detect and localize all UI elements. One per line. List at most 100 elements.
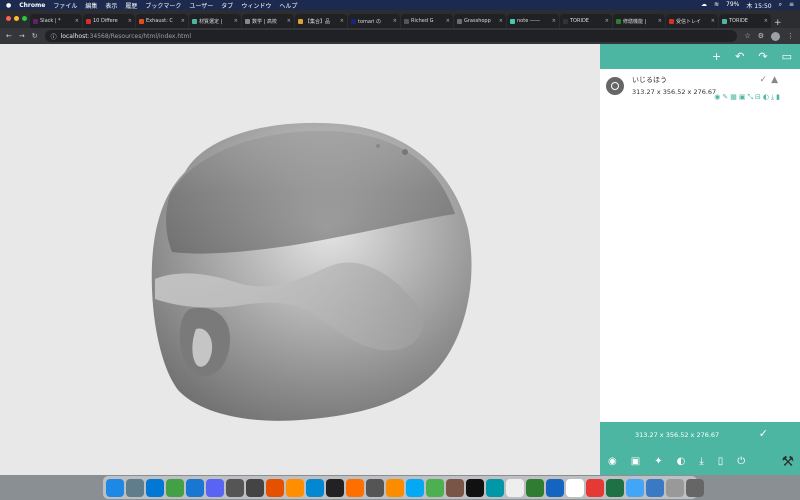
dock-app-icon[interactable] bbox=[346, 478, 364, 497]
forward-icon[interactable]: → bbox=[19, 32, 25, 40]
dock-app-icon[interactable] bbox=[206, 478, 224, 497]
close-tab-icon[interactable]: × bbox=[75, 18, 79, 24]
delete-icon[interactable]: ▮ bbox=[776, 93, 780, 102]
control-center-icon[interactable]: ≡ bbox=[789, 1, 794, 10]
scale-icon[interactable]: ⤡ bbox=[747, 93, 753, 102]
new-tab-button[interactable]: + bbox=[774, 18, 782, 28]
browser-tab[interactable]: 10 Differe × bbox=[83, 14, 135, 28]
dock-app-icon[interactable] bbox=[366, 478, 384, 497]
object-name[interactable]: いじるほう bbox=[632, 75, 716, 85]
model-canvas[interactable] bbox=[0, 44, 600, 475]
reload-icon[interactable]: ↻ bbox=[32, 32, 38, 40]
close-tab-icon[interactable]: × bbox=[181, 18, 185, 24]
search-icon[interactable]: ⌕ bbox=[779, 1, 782, 10]
object-list-item[interactable]: いじるほう 313.27 x 356.52 x 276.67 ✓ ▲ ◉ ✎ ▦… bbox=[600, 69, 800, 109]
bookmark-star-icon[interactable]: ☆ bbox=[744, 32, 750, 40]
url-field[interactable]: ⓘ localhost:34568/Resources/html/index.h… bbox=[44, 30, 738, 42]
battery-label[interactable]: 79% bbox=[726, 1, 739, 10]
menu-item[interactable]: ヘルプ bbox=[279, 1, 297, 10]
undo-icon[interactable]: ↶ bbox=[735, 50, 744, 63]
wifi-icon[interactable]: ≋ bbox=[714, 1, 719, 10]
redo-icon[interactable]: ↷ bbox=[758, 50, 767, 63]
magic-wand-icon[interactable]: ✦ bbox=[654, 456, 662, 467]
browser-tab[interactable]: Exhaust: C × bbox=[136, 14, 188, 28]
close-tab-icon[interactable]: × bbox=[711, 18, 715, 24]
dock-app-icon[interactable] bbox=[186, 478, 204, 497]
browser-tab[interactable]: Grasshopp × bbox=[454, 14, 506, 28]
close-tab-icon[interactable]: × bbox=[393, 18, 397, 24]
close-tab-icon[interactable]: × bbox=[287, 18, 291, 24]
dock-app-icon[interactable] bbox=[266, 478, 284, 497]
browser-tab[interactable]: 修繕機能 | × bbox=[613, 14, 665, 28]
dock-app-icon[interactable] bbox=[646, 478, 664, 497]
paint-icon[interactable]: ✎ bbox=[722, 93, 728, 102]
dock-app-icon[interactable] bbox=[666, 478, 684, 497]
save-icon[interactable]: ▯ bbox=[718, 456, 724, 467]
split-icon[interactable]: ⊟ bbox=[755, 93, 761, 102]
warning-icon[interactable]: ▲ bbox=[771, 75, 778, 85]
browser-tab[interactable]: note ―― × bbox=[507, 14, 559, 28]
skull-model[interactable] bbox=[151, 122, 472, 421]
dock-app-icon[interactable] bbox=[246, 478, 264, 497]
dock-app-icon[interactable] bbox=[226, 478, 244, 497]
dock-app-icon[interactable] bbox=[126, 478, 144, 497]
zoom-window-button[interactable] bbox=[22, 16, 27, 21]
close-tab-icon[interactable]: × bbox=[340, 18, 344, 24]
3d-viewport[interactable] bbox=[0, 44, 600, 475]
export-icon[interactable]: ⤓ bbox=[699, 456, 703, 467]
menu-item[interactable]: ユーザー bbox=[189, 1, 213, 10]
dock-app-icon[interactable] bbox=[626, 478, 644, 497]
browser-tab[interactable]: 受信トレイ × bbox=[666, 14, 718, 28]
dock-app-icon[interactable] bbox=[526, 478, 544, 497]
close-tab-icon[interactable]: × bbox=[605, 18, 609, 24]
collapse-panel-icon[interactable]: ▭ bbox=[782, 50, 792, 63]
cloud-icon[interactable]: ☁ bbox=[701, 1, 707, 10]
dock-app-icon[interactable] bbox=[486, 478, 504, 497]
menu-item[interactable]: ファイル bbox=[53, 1, 77, 10]
close-tab-icon[interactable]: × bbox=[446, 18, 450, 24]
app-menu[interactable]: Chrome bbox=[19, 2, 45, 9]
minimize-window-button[interactable] bbox=[14, 16, 19, 21]
more-menu-icon[interactable]: ⋮ bbox=[787, 32, 794, 40]
menu-item[interactable]: ウィンドウ bbox=[241, 1, 271, 10]
add-icon[interactable]: + bbox=[712, 50, 721, 63]
info-icon[interactable]: ⓘ bbox=[51, 32, 57, 41]
close-tab-icon[interactable]: × bbox=[234, 18, 238, 24]
menu-item[interactable]: ブックマーク bbox=[145, 1, 181, 10]
dock-app-icon[interactable] bbox=[326, 478, 344, 497]
select-icon[interactable]: ▣ bbox=[739, 93, 746, 102]
close-tab-icon[interactable]: × bbox=[658, 18, 662, 24]
profile-avatar[interactable] bbox=[771, 31, 780, 41]
dock-app-icon[interactable] bbox=[146, 478, 164, 497]
close-tab-icon[interactable]: × bbox=[552, 18, 556, 24]
download-icon[interactable]: ⤓ bbox=[771, 93, 774, 102]
dock-app-icon[interactable] bbox=[446, 478, 464, 497]
browser-tab[interactable]: TORIDE × bbox=[560, 14, 612, 28]
browser-tab[interactable]: Riched G × bbox=[401, 14, 453, 28]
dock-app-icon[interactable] bbox=[686, 478, 704, 497]
menu-item[interactable]: 表示 bbox=[105, 1, 117, 10]
contrast-icon[interactable]: ◐ bbox=[763, 93, 769, 102]
browser-tab[interactable]: 材質選定 | × bbox=[189, 14, 241, 28]
dock-app-icon[interactable] bbox=[166, 478, 184, 497]
browser-tab[interactable]: Slack | * × bbox=[30, 14, 82, 28]
dock-app-icon[interactable] bbox=[506, 478, 524, 497]
menu-item[interactable]: 履歴 bbox=[125, 1, 137, 10]
browser-tab[interactable]: tomari の × bbox=[348, 14, 400, 28]
dock-app-icon[interactable] bbox=[586, 478, 604, 497]
dock-app-icon[interactable] bbox=[106, 478, 124, 497]
dock-app-icon[interactable] bbox=[406, 478, 424, 497]
view-icon[interactable]: ◉ bbox=[608, 456, 617, 467]
apple-menu-icon[interactable]: ● bbox=[6, 2, 11, 9]
dock-app-icon[interactable] bbox=[306, 478, 324, 497]
close-tab-icon[interactable]: × bbox=[128, 18, 132, 24]
power-icon[interactable]: ⏻ bbox=[737, 456, 745, 467]
dock-app-icon[interactable] bbox=[286, 478, 304, 497]
dock-app-icon[interactable] bbox=[546, 478, 564, 497]
menu-item[interactable]: タブ bbox=[221, 1, 233, 10]
dock-app-icon[interactable] bbox=[606, 478, 624, 497]
dock-app-icon[interactable] bbox=[386, 478, 404, 497]
extensions-icon[interactable]: ⚙ bbox=[758, 32, 764, 40]
back-icon[interactable]: ← bbox=[6, 32, 12, 40]
browser-tab[interactable]: 【集合】品 × bbox=[295, 14, 347, 28]
